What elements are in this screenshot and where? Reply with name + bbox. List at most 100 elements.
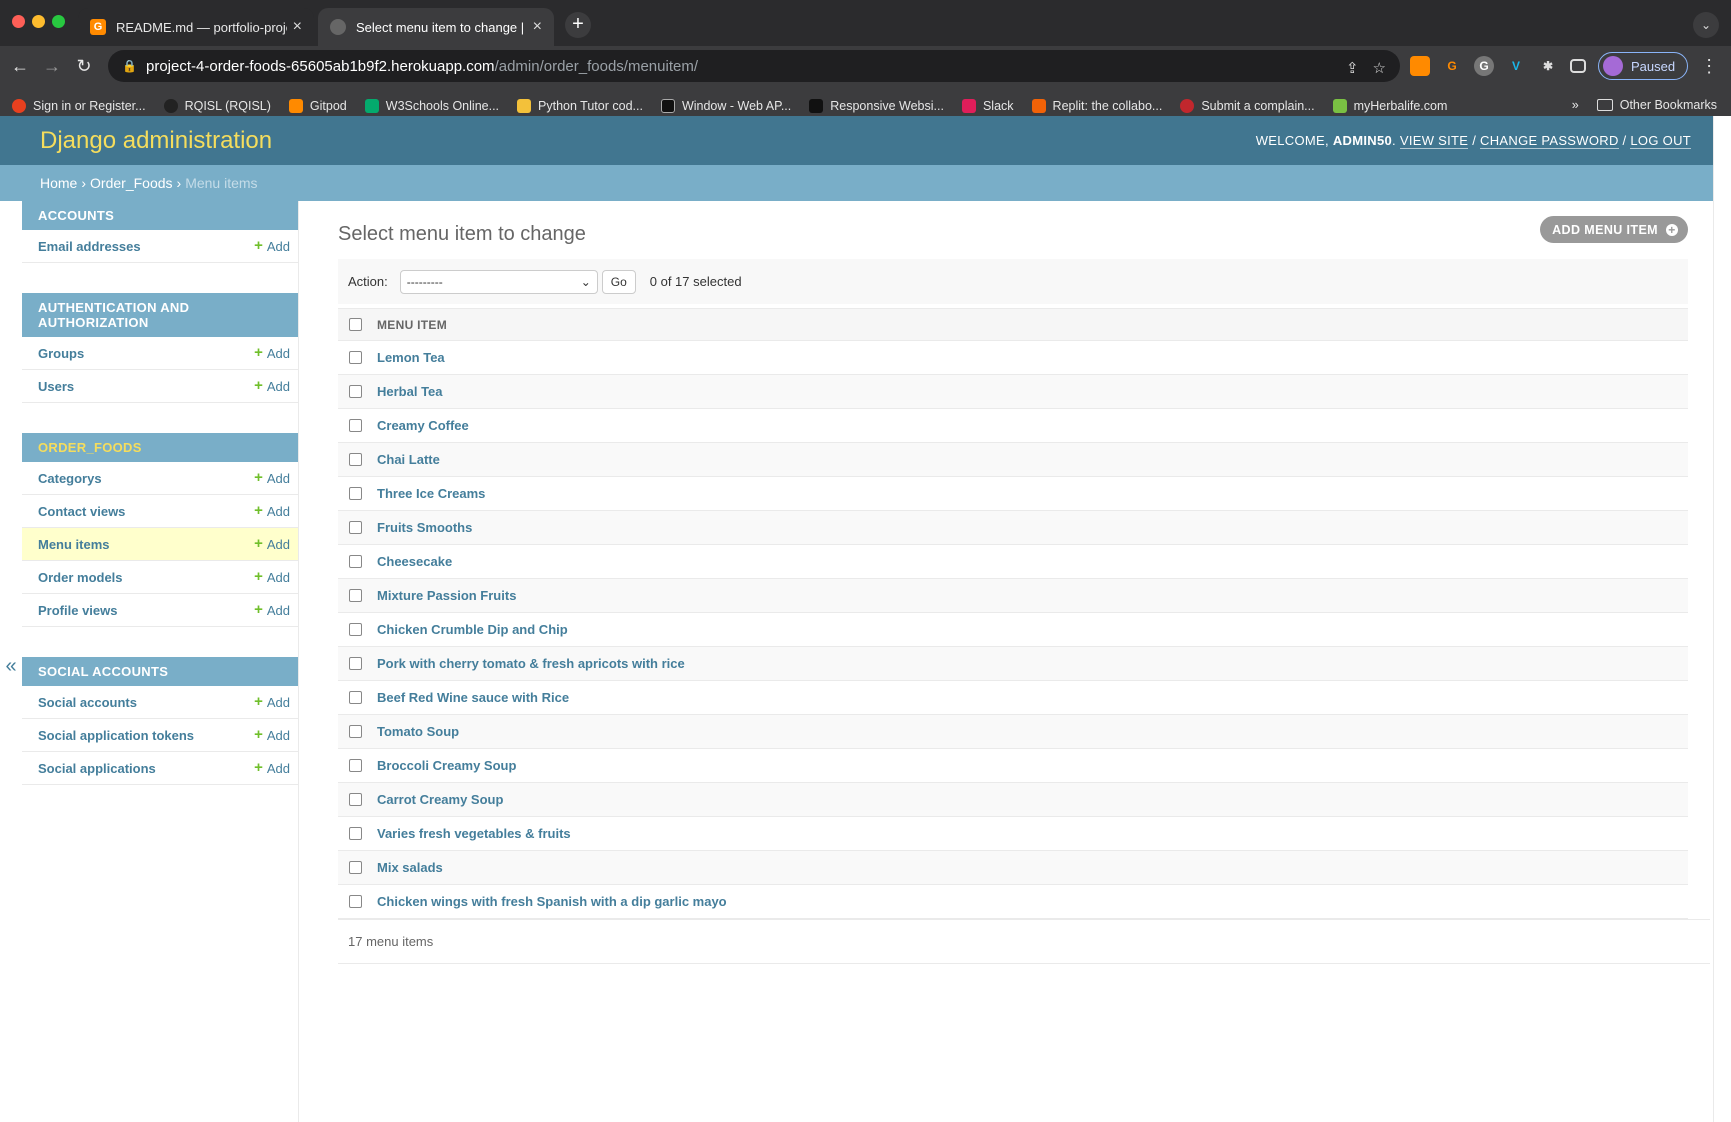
tab-search-button[interactable]: ⌄ [1693,12,1719,38]
bookmark[interactable]: myHerbalife.com [1332,99,1447,113]
menu-item-link[interactable]: Cheesecake [377,554,452,569]
model-link[interactable]: Order models [38,570,123,585]
new-tab-button[interactable]: + [565,12,591,38]
close-tab-icon[interactable]: × [293,18,302,36]
add-link[interactable]: + Add [254,727,290,743]
side-panel-icon[interactable] [1570,59,1586,73]
row-checkbox[interactable] [349,453,362,466]
add-link[interactable]: + Add [254,345,290,361]
menu-item-link[interactable]: Pork with cherry tomato & fresh apricots… [377,656,685,671]
module-caption[interactable]: ACCOUNTS [22,201,298,230]
collapse-sidebar-button[interactable]: « [0,651,22,681]
go-button[interactable]: Go [601,269,636,294]
row-checkbox[interactable] [349,827,362,840]
add-link[interactable]: + Add [254,694,290,710]
row-checkbox[interactable] [349,555,362,568]
menu-item-link[interactable]: Carrot Creamy Soup [377,792,503,807]
menu-item-link[interactable]: Varies fresh vegetables & fruits [377,826,571,841]
minimize-window-button[interactable] [32,15,45,28]
back-icon[interactable]: ← [6,52,34,80]
bookmark[interactable]: Replit: the collabo... [1031,99,1162,113]
row-checkbox[interactable] [349,691,362,704]
browser-tab[interactable]: G README.md — portfolio-proje × [78,8,314,46]
vimeo-icon[interactable]: V [1506,56,1526,76]
menu-item-link[interactable]: Three Ice Creams [377,486,485,501]
row-checkbox[interactable] [349,725,362,738]
profile-button[interactable]: Paused [1598,52,1689,80]
menu-item-link[interactable]: Chai Latte [377,452,440,467]
extension-icon[interactable] [1410,56,1430,76]
add-link[interactable]: + Add [254,470,290,486]
menu-item-link[interactable]: Chicken Crumble Dip and Chip [377,622,568,637]
model-link[interactable]: Profile views [38,603,117,618]
address-bar[interactable]: 🔒 project-4-order-foods-65605ab1b9f2.her… [108,50,1400,82]
model-link[interactable]: Users [38,379,74,394]
menu-item-link[interactable]: Creamy Coffee [377,418,469,433]
add-link[interactable]: + Add [254,569,290,585]
add-link[interactable]: + Add [254,602,290,618]
add-link[interactable]: + Add [254,760,290,776]
forward-icon[interactable]: → [38,52,66,80]
breadcrumb-home[interactable]: Home [40,175,77,191]
model-link[interactable]: Email addresses [38,239,141,254]
module-caption[interactable]: ORDER_FOODS [22,433,298,462]
menu-item-link[interactable]: Beef Red Wine sauce with Rice [377,690,569,705]
bookmark[interactable]: RQISL (RQISL) [163,99,271,113]
log-out-link[interactable]: LOG OUT [1630,133,1691,149]
row-checkbox[interactable] [349,589,362,602]
bookmark[interactable]: Sign in or Register... [12,99,146,113]
scrollbar-track[interactable] [1713,116,1731,1122]
action-select[interactable]: --------- ⌄ [399,269,598,294]
grammarly-icon[interactable]: G [1474,56,1494,76]
menu-item-link[interactable]: Broccoli Creamy Soup [377,758,516,773]
column-header-menu-item[interactable]: MENU ITEM [377,318,447,332]
row-checkbox[interactable] [349,419,362,432]
bookmark[interactable]: Python Tutor cod... [517,99,643,113]
menu-item-link[interactable]: Herbal Tea [377,384,443,399]
bookmark[interactable]: W3Schools Online... [364,99,499,113]
add-link[interactable]: + Add [254,503,290,519]
change-password-link[interactable]: CHANGE PASSWORD [1480,133,1619,149]
row-checkbox[interactable] [349,351,362,364]
row-checkbox[interactable] [349,759,362,772]
model-link[interactable]: Social applications [38,761,156,776]
browser-tab-active[interactable]: Select menu item to change | D × [318,8,554,46]
more-bookmarks-icon[interactable]: » [1572,98,1579,112]
select-all-checkbox[interactable] [349,318,362,331]
menu-item-link[interactable]: Tomato Soup [377,724,459,739]
row-checkbox[interactable] [349,895,362,908]
menu-item-link[interactable]: Chicken wings with fresh Spanish with a … [377,894,727,909]
bookmark-star-icon[interactable]: ☆ [1373,59,1386,77]
module-caption[interactable]: AUTHENTICATION AND AUTHORIZATION [22,293,298,337]
add-menu-item-button[interactable]: ADD MENU ITEM + [1540,216,1688,243]
menu-item-link[interactable]: Mixture Passion Fruits [377,588,516,603]
other-bookmarks[interactable]: Other Bookmarks [1596,98,1717,112]
close-tab-icon[interactable]: × [533,18,542,36]
module-caption[interactable]: SOCIAL ACCOUNTS [22,657,298,686]
view-site-link[interactable]: VIEW SITE [1399,133,1469,149]
model-link[interactable]: Social accounts [38,695,137,710]
bookmark[interactable]: Submit a complain... [1180,99,1315,113]
menu-item-link[interactable]: Lemon Tea [377,350,445,365]
model-link[interactable]: Categorys [38,471,102,486]
bookmark[interactable]: Slack [961,99,1014,113]
row-checkbox[interactable] [349,385,362,398]
kebab-menu-icon[interactable]: ⋮ [1700,56,1718,77]
row-checkbox[interactable] [349,793,362,806]
model-link[interactable]: Groups [38,346,84,361]
row-checkbox[interactable] [349,657,362,670]
model-link[interactable]: Social application tokens [38,728,194,743]
bookmark[interactable]: Responsive Websi... [809,99,944,113]
row-checkbox[interactable] [349,623,362,636]
add-link[interactable]: + Add [254,238,290,254]
add-link[interactable]: + Add [254,378,290,394]
puzzle-icon[interactable]: ✱ [1538,56,1558,76]
model-link[interactable]: Menu items [38,537,110,552]
close-window-button[interactable] [12,15,25,28]
add-link[interactable]: + Add [254,536,290,552]
bookmark[interactable]: Window - Web AP... [660,99,791,113]
row-checkbox[interactable] [349,861,362,874]
model-link[interactable]: Contact views [38,504,125,519]
share-icon[interactable]: ⇪ [1346,59,1359,77]
reload-icon[interactable]: ↻ [70,52,98,80]
